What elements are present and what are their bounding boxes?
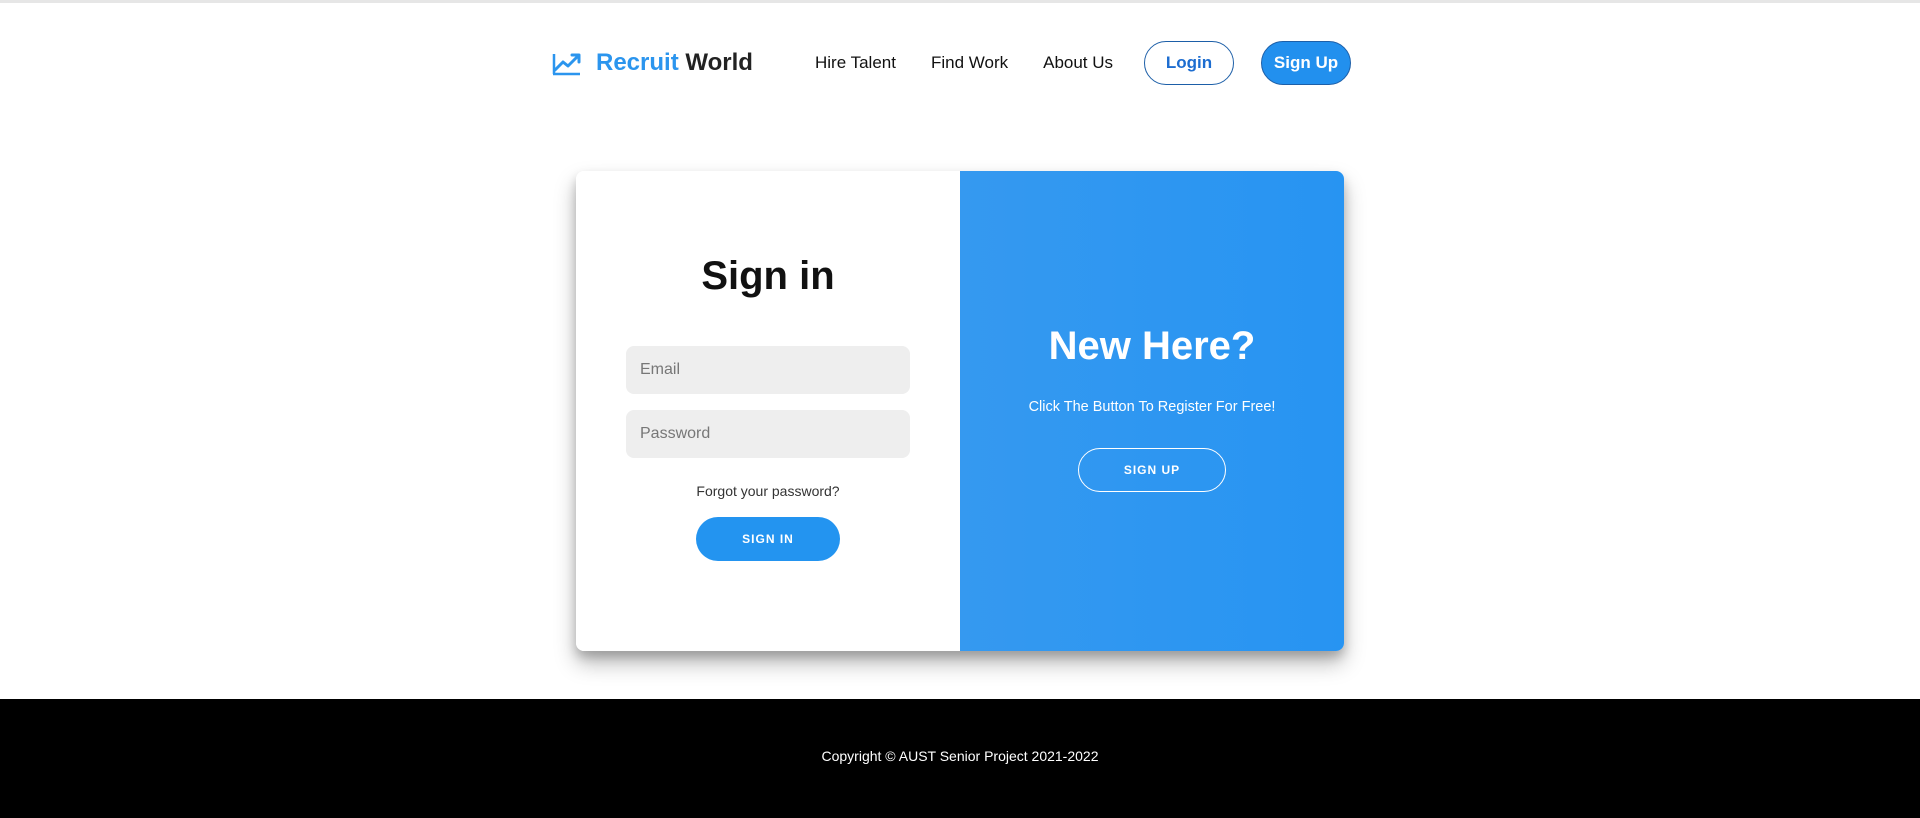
brand-name-accent: Recruit [596,49,679,76]
register-signup-button[interactable]: SIGN UP [1078,448,1226,492]
brand-logo[interactable]: Recruit World [552,45,753,81]
signup-button[interactable]: Sign Up [1261,41,1351,85]
footer: Copyright © AUST Senior Project 2021-202… [0,699,1920,818]
register-subtitle: Click The Button To Register For Free! [1028,399,1276,415]
register-title: New Here? [1048,324,1256,368]
nav-about-us[interactable]: About Us [1043,53,1113,73]
register-panel: New Here? Click The Button To Register F… [960,171,1344,651]
navbar: Recruit World Hire Talent Find Work Abou… [0,3,1920,123]
forgot-password-link[interactable]: Forgot your password? [576,483,960,499]
password-field[interactable] [626,410,910,458]
trending-up-icon [552,50,582,76]
signin-form: Sign in Forgot your password? SIGN IN [576,171,960,651]
signin-title: Sign in [701,254,835,298]
brand-name-rest: World [685,49,753,76]
nav-hire-talent[interactable]: Hire Talent [815,53,896,73]
brand-name: Recruit World [596,49,753,77]
signin-button[interactable]: SIGN IN [696,517,840,561]
email-field[interactable] [626,346,910,394]
nav-find-work[interactable]: Find Work [931,53,1008,73]
login-button[interactable]: Login [1144,41,1234,85]
auth-card: Sign in Forgot your password? SIGN IN Ne… [576,171,1344,651]
copyright-text: Copyright © AUST Senior Project 2021-202… [821,748,1099,764]
nav-links: Hire Talent Find Work About Us [815,53,1113,73]
